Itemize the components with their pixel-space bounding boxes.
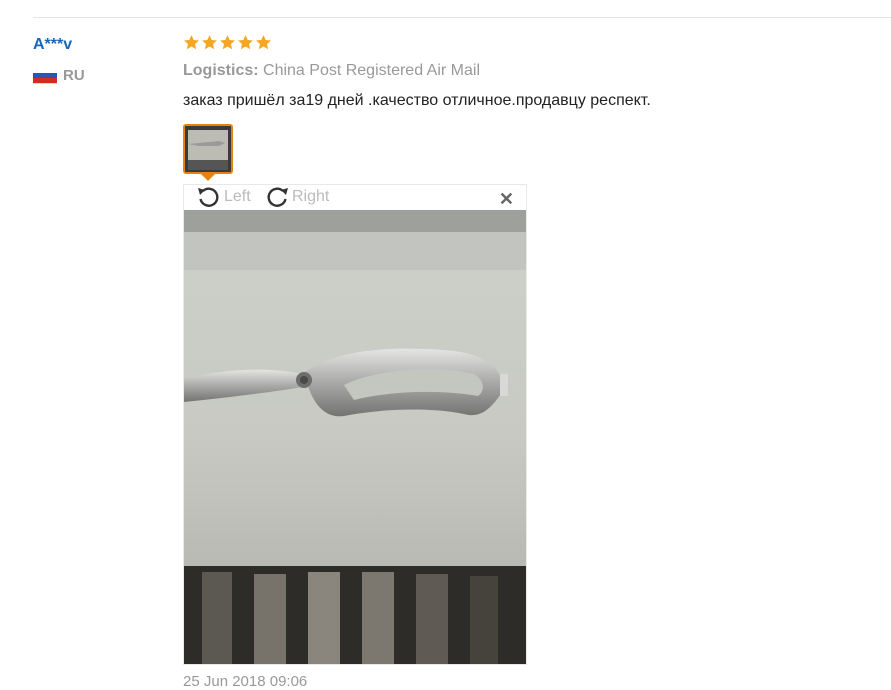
review-date: 25 Jun 2018 09:06 [183, 673, 308, 690]
review-photo [184, 210, 526, 664]
viewer-toolbar: Left Right ✕ [184, 185, 526, 210]
star-icon [202, 35, 217, 50]
close-icon[interactable]: ✕ [499, 189, 514, 210]
review-text: заказ пришёл за19 дней .качество отлично… [183, 92, 651, 109]
thumbnail-caret-icon [201, 174, 215, 181]
review-divider [33, 17, 891, 18]
photo-viewer: Left Right ✕ [183, 184, 527, 665]
rotate-left-button[interactable]: Left [196, 186, 251, 208]
star-rating [183, 34, 272, 51]
rotate-right-button[interactable]: Right [264, 186, 329, 208]
star-icon [256, 35, 271, 50]
rotate-right-label: Right [292, 188, 330, 205]
logistics-info: Logistics: China Post Registered Air Mai… [183, 62, 480, 80]
rotate-left-label: Left [224, 188, 251, 205]
star-icon [238, 35, 253, 50]
russia-flag-icon [33, 67, 57, 84]
thumbnail-image [185, 126, 231, 172]
photo-thumbnail[interactable] [183, 124, 233, 174]
star-icon [184, 35, 199, 50]
rotate-right-icon [267, 187, 288, 207]
reviewer-country: RU [33, 67, 85, 84]
logistics-value: China Post Registered Air Mail [263, 62, 480, 79]
country-code: RU [63, 67, 85, 84]
reviewer-name[interactable]: A***v [33, 36, 72, 54]
star-icon [220, 35, 235, 50]
rotate-left-icon [198, 187, 219, 207]
logistics-label: Logistics: [183, 62, 259, 79]
